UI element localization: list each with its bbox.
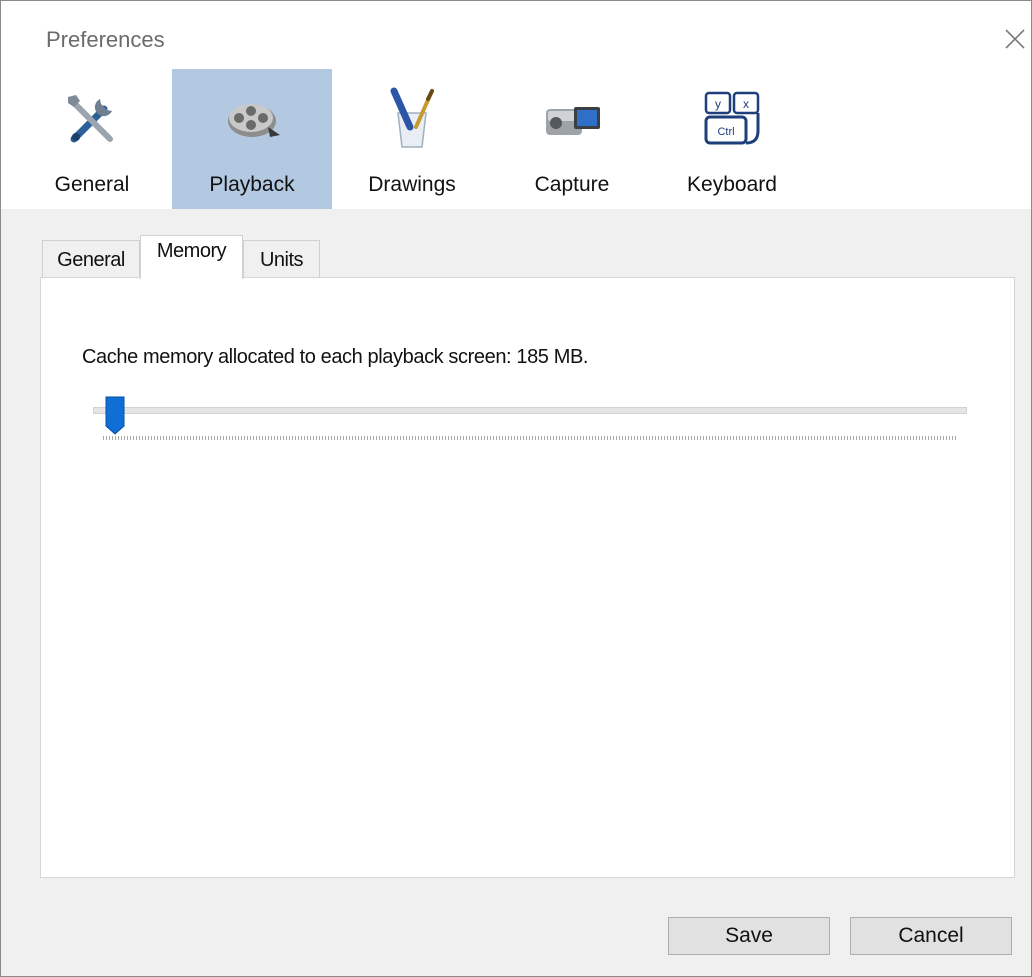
film-reel-icon — [228, 104, 280, 137]
camcorder-icon — [546, 107, 600, 135]
tab-memory[interactable]: Memory — [140, 235, 243, 279]
keyboard-keys-icon: y x Ctrl — [704, 91, 760, 145]
category-keyboard-button[interactable]: y x Ctrl Keyboard — [652, 69, 812, 209]
category-general-button[interactable]: General — [12, 69, 172, 209]
category-drawings-button[interactable]: Drawings — [332, 69, 492, 209]
cache-memory-label: Cache memory allocated to each playback … — [82, 346, 589, 368]
brush-cup-icon — [390, 87, 434, 148]
category-bar: Preferences General Playback Drawings Ca… — [1, 1, 1031, 209]
window-title: Preferences — [46, 27, 165, 52]
close-icon[interactable] — [997, 21, 1032, 57]
tools-icon — [68, 95, 113, 143]
category-capture-button[interactable]: Capture — [492, 69, 652, 209]
memory-panel: Cache memory allocated to each playback … — [40, 277, 1015, 878]
svg-text:x: x — [743, 97, 749, 111]
tab-general[interactable]: General — [42, 240, 140, 278]
tab-units[interactable]: Units — [243, 240, 320, 278]
cache-memory-slider-thumb[interactable] — [105, 396, 125, 436]
save-button[interactable]: Save — [668, 917, 830, 955]
category-label: Playback — [209, 173, 295, 196]
svg-text:Ctrl: Ctrl — [717, 126, 734, 138]
category-label: Keyboard — [687, 173, 777, 196]
category-label: General — [54, 173, 130, 196]
preferences-dialog: Preferences General Playback Drawings Ca… — [0, 0, 1032, 977]
cancel-button[interactable]: Cancel — [850, 917, 1012, 955]
category-label: Drawings — [368, 173, 456, 196]
slider-ticks — [103, 436, 957, 440]
cache-memory-slider-track[interactable] — [93, 407, 967, 414]
category-playback-button[interactable]: Playback — [172, 69, 332, 209]
category-label: Capture — [534, 173, 610, 196]
svg-text:y: y — [715, 97, 721, 111]
